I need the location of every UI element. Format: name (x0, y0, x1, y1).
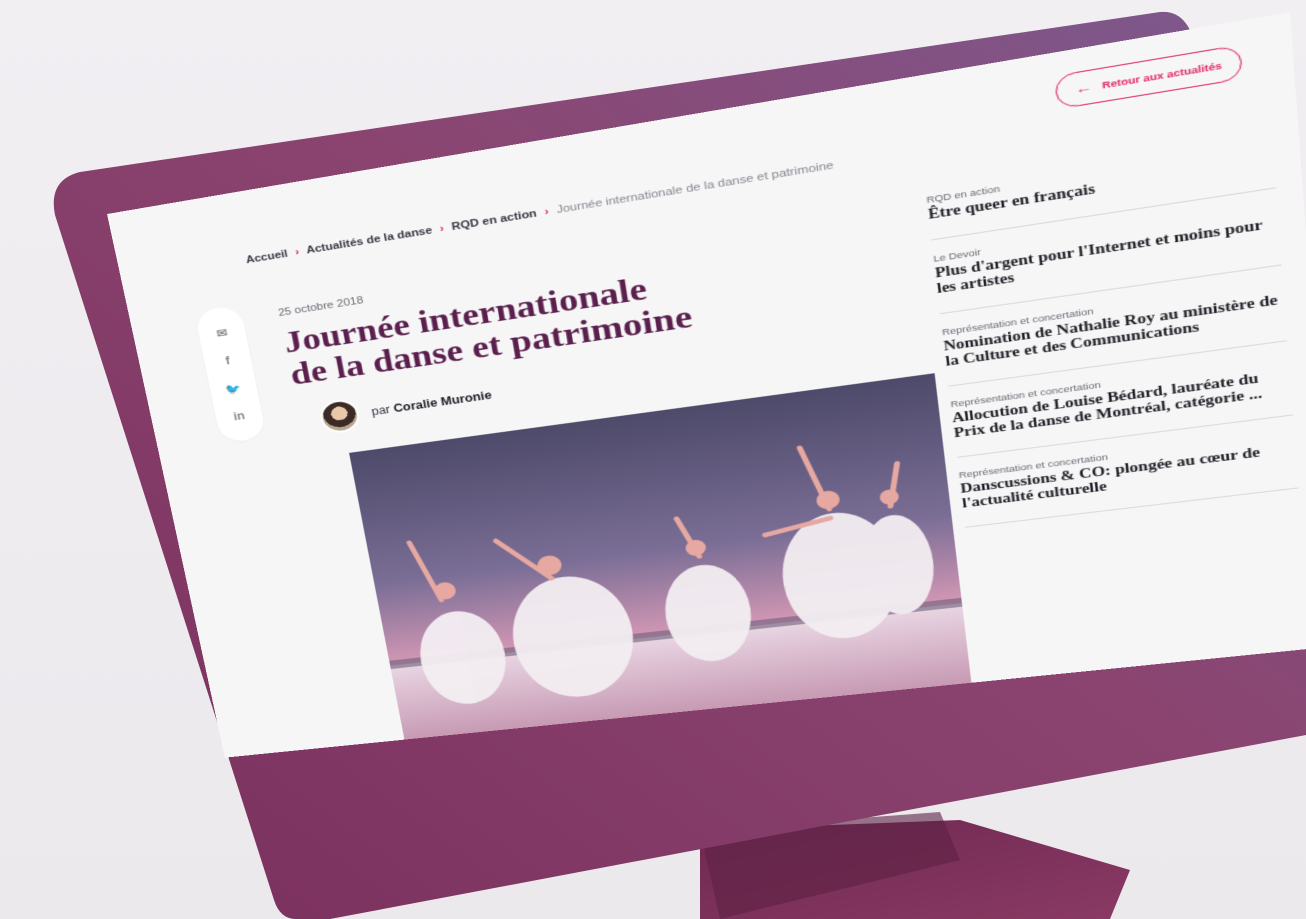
article-title: Journée internationale de la danse et pa… (281, 256, 759, 392)
breadcrumb-separator: › (294, 247, 300, 259)
avatar (318, 398, 362, 435)
breadcrumb: Accueil › Actualités de la danse › RQD en ac… (245, 160, 834, 266)
share-bar: ✉ f 🐦 in (194, 305, 267, 444)
author-block: par Coralie Muronie (318, 379, 495, 435)
twitter-icon[interactable]: 🐦 (224, 381, 242, 396)
breadcrumb-home[interactable]: Accueil (245, 248, 289, 266)
author-name[interactable]: Coralie Muronie (392, 389, 492, 415)
author-text: par Coralie Muronie (370, 389, 492, 418)
breadcrumb-rqd[interactable]: RQD en action (451, 208, 538, 233)
arrow-left-icon: ← (1074, 79, 1092, 97)
breadcrumb-separator: › (544, 206, 550, 218)
author-prefix: par (370, 403, 391, 418)
facebook-icon[interactable]: f (224, 354, 231, 367)
breadcrumb-separator: › (439, 223, 445, 235)
back-to-news-label: Retour aux actualités (1102, 60, 1223, 90)
dance-photo (349, 373, 971, 739)
breadcrumb-news[interactable]: Actualités de la danse (305, 225, 433, 256)
breadcrumb-current: Journée internationale de la danse et pa… (556, 160, 835, 216)
hero-image (349, 373, 971, 739)
linkedin-icon[interactable]: in (232, 409, 246, 423)
email-icon[interactable]: ✉ (215, 326, 228, 340)
related-articles-list: RQD en action Être queer en français Le … (926, 141, 1298, 528)
back-to-news-button[interactable]: ← Retour aux actualités (1054, 44, 1243, 109)
